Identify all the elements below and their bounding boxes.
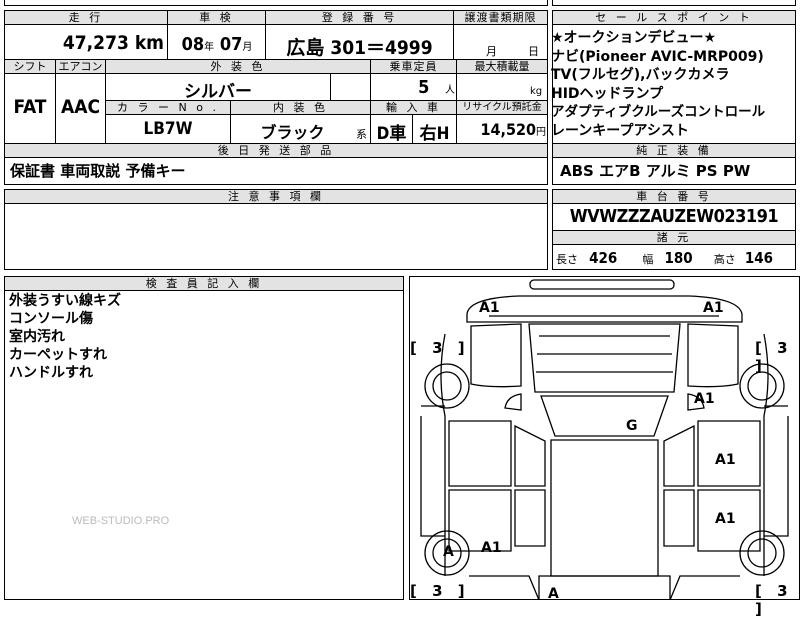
mark-front-left-bumper: A1 xyxy=(479,300,500,316)
sales-point-line: ナビ(Pioneer AVIC-MRP009) xyxy=(551,48,764,65)
width-label: 幅 xyxy=(642,253,654,266)
interior-color-header: 内 装 色 xyxy=(230,100,371,115)
height-value: 146 xyxy=(744,249,773,267)
later-parts-header: 後 日 発 送 部 品 xyxy=(4,143,548,158)
width-value: 180 xyxy=(664,249,693,267)
sales-point-line: HIDヘッドランプ xyxy=(551,85,664,102)
top-strip-right xyxy=(552,0,796,6)
recycle-number: 14,520 xyxy=(480,120,536,139)
inspector-note: ハンドルすれ xyxy=(9,365,93,381)
mark-right-front-door: A1 xyxy=(715,452,736,468)
registration-value: 広島 301＝4999 xyxy=(286,37,433,59)
max-load-unit: kg xyxy=(530,86,543,97)
mark-front-right-bumper: A1 xyxy=(703,300,724,316)
import-dealer-value: D車 xyxy=(376,124,407,144)
tire-label-rear-right: [ 3 ] xyxy=(755,582,793,618)
inspector-note: 外装うすい線キズ xyxy=(9,293,121,309)
height-label: 高さ xyxy=(713,253,736,266)
max-load-header: 最大積載量 xyxy=(456,59,548,74)
chassis-header: 車 台 番 号 xyxy=(552,189,796,204)
notes-box xyxy=(4,203,548,270)
inspector-note: 室内汚れ xyxy=(9,329,65,345)
mileage-number: 47,273 xyxy=(62,32,129,54)
specs-row: 長さ 426 幅 180 高さ 146 xyxy=(556,248,796,267)
length-value: 426 xyxy=(589,249,618,267)
steering-value: 右H xyxy=(419,124,450,144)
genuine-equipment-items: ABS エアB アルミ PS PW xyxy=(560,162,751,180)
import-header: 輸 入 車 xyxy=(370,100,457,115)
watermark: WEB-STUDIO.PRO xyxy=(72,515,170,527)
shift-value: FAT xyxy=(13,96,47,118)
shift-header: シフト xyxy=(4,59,56,74)
sales-point-line: アダプティブクルーズコントロール xyxy=(551,104,766,120)
recycle-header: リサイクル預託金 xyxy=(456,100,548,115)
aircon-value: AAC xyxy=(60,96,100,118)
car-diagram xyxy=(420,279,789,600)
exterior-color-value: シルバー xyxy=(184,82,252,102)
sales-point-line: レーンキープアシスト xyxy=(551,122,689,139)
mark-right-front-fender: A1 xyxy=(694,391,715,407)
mark-left-rear-wheel: A xyxy=(443,544,454,560)
month-unit: 月 xyxy=(242,42,253,53)
interior-color-value: ブラック xyxy=(260,123,325,142)
inspector-note: コンソール傷 xyxy=(9,311,93,327)
top-strip xyxy=(4,0,548,6)
aircon-header: エアコン xyxy=(55,59,106,74)
tire-label-front-right: [ 3 ] xyxy=(755,339,793,375)
chassis-number: WVWZZZAUZEW023191 xyxy=(569,206,779,227)
mileage-header: 走 行 xyxy=(4,10,168,25)
tire-label-front-left: [ 3 ] xyxy=(410,339,470,357)
capacity-number: 5 xyxy=(418,77,430,98)
inspector-notes: 外装うすい線キズ コンソール傷 室内汚れ カーペットすれ ハンドルすれ xyxy=(9,292,121,382)
registration-header: 登 録 番 号 xyxy=(265,10,454,25)
later-parts-items: 保証書 車両取説 予備キー xyxy=(10,162,186,180)
sales-points-header: セ ー ル ス ポ イ ン ト xyxy=(552,10,796,25)
capacity-header: 乗車定員 xyxy=(370,59,457,74)
transfer-month-label: 月 xyxy=(486,45,497,58)
transfer-day-label: 日 xyxy=(528,45,539,58)
inspector-header: 検 査 員 記 入 欄 xyxy=(4,276,404,291)
notes-header: 注 意 事 項 欄 xyxy=(4,189,548,204)
mileage-unit: km xyxy=(134,32,164,54)
mark-windshield: G xyxy=(626,418,638,434)
inspection-value: 08年 07月 xyxy=(170,34,264,55)
color-no-header: カ ラ ー N o . xyxy=(105,100,231,115)
sales-point-line: ★オークションデビュー★ xyxy=(551,30,717,46)
capacity-unit: 人 xyxy=(445,85,455,96)
exterior-color-header: 外 装 色 xyxy=(105,59,371,74)
inspection-year: 08 xyxy=(181,34,205,55)
mark-right-rear-door: A1 xyxy=(715,511,736,527)
tire-label-rear-left: [ 3 ] xyxy=(410,582,470,600)
sales-point-line: TV(フルセグ),バックカメラ xyxy=(551,67,730,83)
length-label: 長さ xyxy=(556,253,578,266)
mileage-value: 47,273 km xyxy=(6,32,164,54)
recycle-value: 14,520円 xyxy=(458,120,546,139)
interior-suffix: 系 xyxy=(356,128,367,141)
transfer-header: 譲渡書類期限 xyxy=(453,10,548,25)
year-unit: 年 xyxy=(204,42,215,53)
inspection-header: 車 検 xyxy=(167,10,266,25)
specs-header: 諸 元 xyxy=(552,230,796,245)
color-no-value: LB7W xyxy=(143,119,193,139)
capacity-value: 5 人 xyxy=(372,77,455,98)
inspector-note: カーペットすれ xyxy=(9,347,107,363)
recycle-unit: 円 xyxy=(536,127,546,138)
mark-left-rear-quarter: A1 xyxy=(481,540,502,556)
inspection-month: 07 xyxy=(219,34,243,55)
genuine-equipment-header: 純 正 装 備 xyxy=(552,143,796,158)
sales-points-list: ★オークションデビュー★ ナビ(Pioneer AVIC-MRP009) TV(… xyxy=(551,29,795,140)
